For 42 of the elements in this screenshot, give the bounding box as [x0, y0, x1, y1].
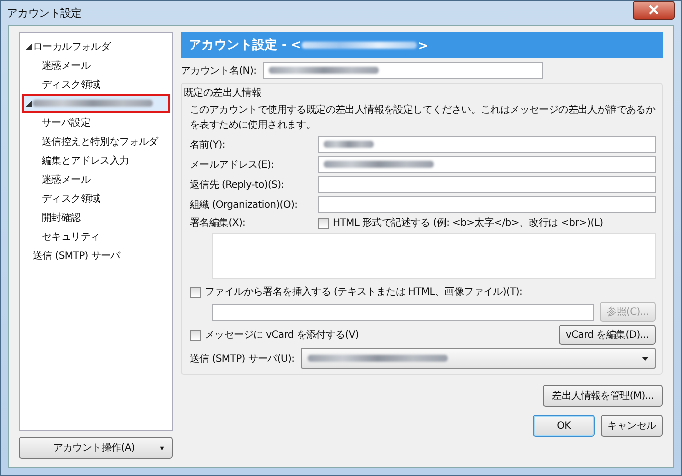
- file-checkbox[interactable]: ファイルから署名を挿入する (テキストまたは HTML、画像ファイル)(T):: [190, 285, 656, 299]
- field-label: 送信 (SMTP) サーバ(U):: [190, 352, 295, 366]
- input-field[interactable]: [318, 196, 656, 213]
- signature-textarea[interactable]: [212, 233, 656, 279]
- account-actions-button[interactable]: アカウント操作(A) ▾: [19, 437, 173, 459]
- field-label: 返信先 (Reply-to)(S):: [190, 178, 286, 192]
- manage-identities-button[interactable]: 差出人情報を管理(M)...: [543, 385, 663, 407]
- input-field[interactable]: [318, 156, 656, 173]
- dropdown-icon: [642, 356, 649, 360]
- tree-item[interactable]: サーバ設定: [22, 113, 170, 132]
- tree-item[interactable]: 編集とアドレス入力: [22, 151, 170, 170]
- tree-item[interactable]: 迷惑メール: [22, 170, 170, 189]
- tree-item[interactable]: セキュリティ: [22, 227, 170, 246]
- tree-item[interactable]: 迷惑メール: [22, 56, 170, 75]
- field-label: メールアドレス(E):: [190, 158, 276, 172]
- tree-item[interactable]: 開封確認: [22, 208, 170, 227]
- field-label: 名前(Y):: [190, 138, 226, 152]
- group-title: 既定の差出人情報: [184, 86, 263, 100]
- file-path-field[interactable]: [212, 304, 594, 320]
- edit-vcard-button[interactable]: vCard を編集(D)...: [558, 325, 656, 345]
- window-title: アカウント設定: [7, 6, 83, 20]
- html-checkbox[interactable]: HTML 形式で記述する (例: <b>太字</b>、改行は <br>)(L): [318, 216, 604, 230]
- tree-item[interactable]: ディスク領域: [22, 189, 170, 208]
- tree-item[interactable]: 送信控えと特別なフォルダ: [22, 132, 170, 151]
- dialog-button[interactable]: キャンセル: [601, 415, 663, 437]
- tree-item[interactable]: 送信 (SMTP) サーバ: [22, 246, 170, 265]
- input-field[interactable]: [318, 136, 656, 153]
- dialog-button[interactable]: OK: [533, 415, 595, 437]
- tree-item[interactable]: ローカルフォルダ: [22, 37, 170, 56]
- field-label: アカウント名(N):: [181, 64, 257, 78]
- close-icon: [649, 5, 659, 15]
- input-field[interactable]: [318, 176, 656, 193]
- description-text: このアカウントで使用する既定の差出人情報を設定してください。これはメッセージの差出人が誰であるかを表すために使用されます。: [190, 104, 656, 133]
- tree-item[interactable]: [22, 94, 170, 113]
- tree-item[interactable]: ディスク領域: [22, 75, 170, 94]
- close-button[interactable]: [633, 0, 675, 20]
- panel-header: アカウント設定 - < >: [181, 32, 663, 58]
- field-label: 組織 (Organization)(O):: [190, 198, 299, 212]
- vcard-checkbox[interactable]: メッセージに vCard を添付する(V): [190, 328, 553, 342]
- smtp-server-dropdown[interactable]: [300, 348, 656, 369]
- field-label: 署名編集(X):: [190, 216, 247, 230]
- input-field[interactable]: [262, 62, 543, 79]
